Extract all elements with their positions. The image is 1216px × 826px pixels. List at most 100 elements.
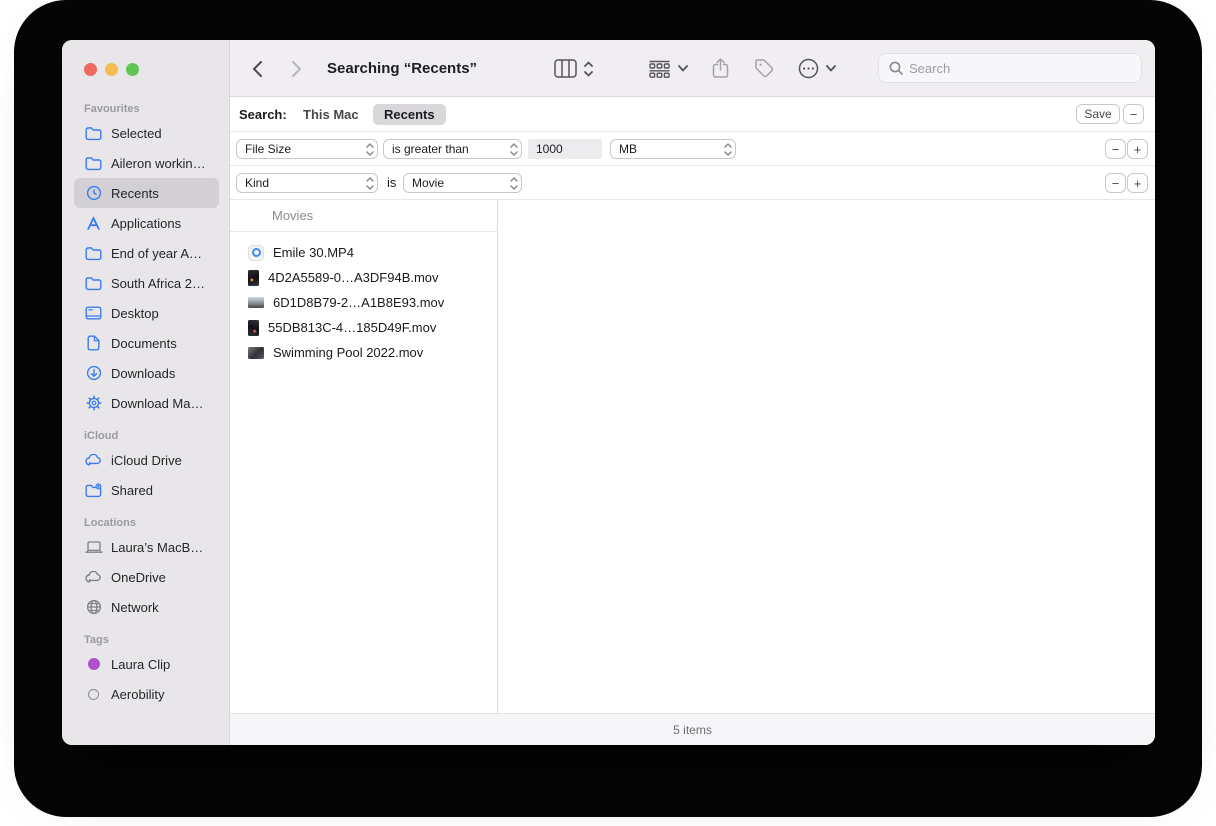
zoom-button[interactable] <box>126 63 139 76</box>
sidebar-item-label: Documents <box>111 336 177 351</box>
sidebar-item-selected[interactable]: Selected <box>74 118 219 148</box>
finder-window: Favourites Selected Aileron workin… Rece… <box>62 40 1155 745</box>
traffic-lights <box>62 40 229 76</box>
sidebar-item-end-of-year[interactable]: End of year A… <box>74 238 219 268</box>
section-header-locations: Locations <box>74 517 219 532</box>
stepper-icon <box>366 143 374 156</box>
file-row-swimming-pool[interactable]: Swimming Pool 2022.mov <box>230 340 497 365</box>
sidebar-item-icloud-drive[interactable]: iCloud Drive <box>74 445 219 475</box>
group-button[interactable] <box>648 40 688 97</box>
folder-icon <box>84 275 103 292</box>
sidebar-item-label: Laura’s MacB… <box>111 540 203 555</box>
page-title: Searching “Recents” <box>327 40 477 97</box>
back-button[interactable] <box>252 40 263 97</box>
sidebar-item-label: Desktop <box>111 306 159 321</box>
attribute-dropdown[interactable]: Kind <box>236 173 378 193</box>
share-icon <box>712 58 729 79</box>
group-by-icon <box>648 60 671 78</box>
applications-icon <box>84 215 103 232</box>
sidebar-item-lauras-macbook[interactable]: Laura’s MacB… <box>74 532 219 562</box>
file-row-55db813c[interactable]: 55DB813C-4…185D49F.mov <box>230 315 497 340</box>
remove-filter-button[interactable]: − <box>1105 139 1126 159</box>
sidebar-item-download-manager[interactable]: Download Ma… <box>74 388 219 418</box>
close-button[interactable] <box>84 63 97 76</box>
view-columns-button[interactable] <box>554 40 593 97</box>
sidebar-item-south-africa[interactable]: South Africa 2… <box>74 268 219 298</box>
connector-label: is <box>387 166 396 200</box>
search-placeholder: Search <box>909 61 950 76</box>
file-name: Emile 30.MP4 <box>273 245 354 260</box>
results-column-view: Movies Emile 30.MP4 4D2A5589-0…A3DF94B.m… <box>230 200 1155 713</box>
stepper-icon <box>366 177 374 190</box>
save-search-button[interactable]: Save <box>1076 104 1120 124</box>
document-icon <box>84 335 103 352</box>
video-thumbnail-icon <box>248 297 264 308</box>
attribute-dropdown[interactable]: File Size <box>236 139 378 159</box>
purple-tag-icon <box>84 656 103 673</box>
remove-filter-button[interactable]: − <box>1105 173 1126 193</box>
file-row-emile[interactable]: Emile 30.MP4 <box>230 240 497 265</box>
unit-dropdown[interactable]: MB <box>610 139 736 159</box>
value-input[interactable]: 1000 <box>528 139 602 159</box>
sidebar-item-applications[interactable]: Applications <box>74 208 219 238</box>
item-count: 5 items <box>673 723 712 737</box>
sidebar-item-downloads[interactable]: Downloads <box>74 358 219 388</box>
laptop-icon <box>84 539 103 556</box>
chevron-down-icon <box>678 65 688 72</box>
status-bar: 5 items <box>230 713 1155 745</box>
section-header-icloud: iCloud <box>74 430 219 445</box>
sidebar-item-label: Downloads <box>111 366 175 381</box>
scope-recents[interactable]: Recents <box>373 104 446 125</box>
chevron-right-icon <box>291 60 302 78</box>
operator-dropdown[interactable]: is greater than <box>383 139 522 159</box>
more-actions-button[interactable] <box>798 40 836 97</box>
folder-icon <box>84 125 103 142</box>
sidebar-item-label: Shared <box>111 483 153 498</box>
add-filter-button[interactable]: + <box>1127 173 1148 193</box>
share-button[interactable] <box>712 40 729 97</box>
toolbar-search-field[interactable]: Search <box>878 53 1142 83</box>
sidebar-item-label: iCloud Drive <box>111 453 182 468</box>
sidebar-item-desktop[interactable]: Desktop <box>74 298 219 328</box>
forward-button[interactable] <box>291 40 302 97</box>
ellipsis-circle-icon <box>798 58 819 79</box>
sidebar-item-label: OneDrive <box>111 570 166 585</box>
sidebar-item-aileron-working[interactable]: Aileron workin… <box>74 148 219 178</box>
cloud-icon <box>84 452 103 469</box>
filter-row-kind: Kind is Movie − + <box>230 166 1155 200</box>
columns-view-icon <box>554 59 577 78</box>
add-filter-button[interactable]: + <box>1127 139 1148 159</box>
section-header-favourites: Favourites <box>74 103 219 118</box>
file-list: Emile 30.MP4 4D2A5589-0…A3DF94B.mov 6D1D… <box>230 240 497 365</box>
sidebar-item-tag-aerobility[interactable]: Aerobility <box>74 679 219 709</box>
sidebar-item-recents[interactable]: Recents <box>74 178 219 208</box>
sidebar-item-shared[interactable]: Shared <box>74 475 219 505</box>
sidebar-item-label: South Africa 2… <box>111 276 205 291</box>
sidebar-item-label: Aerobility <box>111 687 164 702</box>
sidebar-item-onedrive[interactable]: OneDrive <box>74 562 219 592</box>
tag-icon <box>754 58 775 79</box>
stepper-icon <box>510 143 518 156</box>
filter-row-file-size: File Size is greater than 1000 MB − + <box>230 132 1155 166</box>
chevron-left-icon <box>252 60 263 78</box>
sidebar-nav: Favourites Selected Aileron workin… Rece… <box>62 76 229 709</box>
value-dropdown[interactable]: Movie <box>403 173 522 193</box>
cloud-icon <box>84 569 103 586</box>
remove-scope-row-button[interactable]: − <box>1123 104 1144 124</box>
file-name: 4D2A5589-0…A3DF94B.mov <box>268 270 439 285</box>
sidebar-item-network[interactable]: Network <box>74 592 219 622</box>
sidebar-item-tag-laura-clip[interactable]: Laura Clip <box>74 649 219 679</box>
chevron-down-icon <box>826 65 836 72</box>
file-name: 55DB813C-4…185D49F.mov <box>268 320 436 335</box>
column-divider[interactable] <box>497 200 498 713</box>
minimize-button[interactable] <box>105 63 118 76</box>
search-scope-bar: Search: This Mac Recents Save − <box>230 97 1155 132</box>
file-row-4d2a5589[interactable]: 4D2A5589-0…A3DF94B.mov <box>230 265 497 290</box>
scope-this-mac[interactable]: This Mac <box>303 97 359 132</box>
tag-button[interactable] <box>754 40 775 97</box>
video-thumbnail-icon <box>248 320 259 336</box>
file-row-6d1d8b79[interactable]: 6D1D8B79-2…A1B8E93.mov <box>230 290 497 315</box>
section-header-tags: Tags <box>74 634 219 649</box>
sidebar: Favourites Selected Aileron workin… Rece… <box>62 40 230 745</box>
sidebar-item-documents[interactable]: Documents <box>74 328 219 358</box>
